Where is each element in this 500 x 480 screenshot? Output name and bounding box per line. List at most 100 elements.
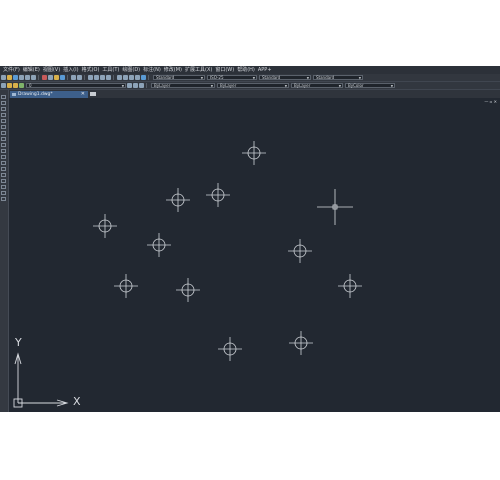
design-center-icon[interactable] [123,75,128,80]
chevron-down-icon: ▼ [306,75,309,80]
ucs-x-label: X [73,395,81,408]
print-preview-icon[interactable] [25,75,30,80]
arc-tool-icon[interactable] [1,119,6,123]
layer-states-icon[interactable] [139,83,144,88]
hatch-tool-icon[interactable] [1,173,6,177]
pan-icon[interactable] [88,75,93,80]
toolbar-separator [146,83,147,88]
zoom-realtime-icon[interactable] [94,75,99,80]
layer-value: 0 [29,83,32,88]
table-style-dropdown[interactable]: Standard ▼ [259,75,311,80]
multiline-text-tool-icon[interactable] [1,197,6,201]
open-file-icon[interactable] [7,75,12,80]
menu-extension-tools[interactable]: 扩展工具(X) [185,66,212,74]
make-block-tool-icon[interactable] [1,161,6,165]
circle-tool-icon[interactable] [1,125,6,129]
multileader-style-value: Standard [316,75,335,80]
dimension-style-dropdown[interactable]: ISO-25 ▼ [207,75,257,80]
point-tool-icon[interactable] [1,167,6,171]
circle-mark-4[interactable] [93,214,117,238]
table-style-value: Standard [262,75,281,80]
paste-icon[interactable] [54,75,59,80]
circle-mark-6[interactable] [288,239,312,263]
draw-toolbar-vertical [0,90,9,412]
menu-format[interactable]: 格式(O) [82,66,100,74]
cut-icon[interactable] [42,75,47,80]
chevron-down-icon: ▼ [284,83,287,88]
layer-manager-icon[interactable] [1,83,6,88]
chevron-down-icon: ▼ [338,83,341,88]
sheet-set-icon[interactable] [135,75,140,80]
polygon-tool-icon[interactable] [1,107,6,111]
circle-mark-3[interactable] [206,183,230,207]
menu-edit[interactable]: 编辑(E) [23,66,40,74]
spline-tool-icon[interactable] [1,137,6,141]
drawing-area[interactable] [9,98,500,412]
line-tool-icon[interactable] [1,95,6,99]
toolbar-separator [113,75,114,80]
revision-cloud-tool-icon[interactable] [1,131,6,135]
ellipse-tool-icon[interactable] [1,143,6,147]
tool-palettes-icon[interactable] [129,75,134,80]
ellipse-arc-tool-icon[interactable] [1,149,6,153]
menu-insert[interactable]: 插入(I) [63,66,78,74]
menu-file[interactable]: 文件(F) [3,66,20,74]
toolbar-separator [84,75,85,80]
redo-icon[interactable] [77,75,82,80]
rectangle-tool-icon[interactable] [1,113,6,117]
close-icon[interactable]: ✕ [81,91,85,98]
circle-mark-8[interactable] [176,278,200,302]
zoom-window-icon[interactable] [100,75,105,80]
new-file-icon[interactable] [1,75,6,80]
layer-on-icon [7,83,12,88]
properties-icon[interactable] [117,75,122,80]
tab-drawing1[interactable]: Drawing1.dwg* ✕ [10,91,88,98]
dimension-style-value: ISO-25 [210,75,224,80]
menu-window[interactable]: 窗口(W) [215,66,234,74]
text-style-value: Standard [156,75,175,80]
menu-dimension[interactable]: 标注(N) [143,66,161,74]
menu-app-plus[interactable]: APP+ [258,66,272,74]
undo-icon[interactable] [71,75,76,80]
plot-style-value: ByColor [348,83,364,88]
insert-block-tool-icon[interactable] [1,155,6,159]
save-icon[interactable] [13,75,18,80]
drawing-canvas[interactable]: — ▫ ✕ Y X [9,98,500,412]
circle-mark-9[interactable] [338,274,362,298]
gradient-tool-icon[interactable] [1,179,6,183]
lineweight-dropdown[interactable]: ByLayer ▼ [291,83,343,88]
multileader-style-dropdown[interactable]: Standard ▼ [313,75,363,80]
color-dropdown[interactable]: ByLayer ▼ [151,83,215,88]
standard-toolbar: Standard ▼ ISO-25 ▼ Standard ▼ Standard … [0,74,500,82]
layer-dropdown[interactable]: 0 ▼ [26,83,126,88]
circle-mark-7[interactable] [114,274,138,298]
menu-view[interactable]: 视图(V) [43,66,60,74]
text-style-dropdown[interactable]: Standard ▼ [153,75,205,80]
layer-previous-icon[interactable] [133,83,138,88]
help-icon[interactable] [141,75,146,80]
polyline-tool-icon[interactable] [1,101,6,105]
circle-mark-1[interactable] [242,141,266,165]
tab-label: Drawing1.dwg* [18,92,53,97]
menu-draw[interactable]: 绘图(D) [122,66,140,74]
circle-mark-5[interactable] [147,233,171,257]
menu-tools[interactable]: 工具(T) [102,66,119,74]
zoom-previous-icon[interactable] [106,75,111,80]
copy-icon[interactable] [48,75,53,80]
publish-icon[interactable] [31,75,36,80]
menu-help[interactable]: 帮助(H) [237,66,255,74]
layer-unlock-icon [19,83,24,88]
table-tool-icon[interactable] [1,191,6,195]
region-tool-icon[interactable] [1,185,6,189]
layers-properties-toolbar: 0 ▼ ByLayer ▼ ByLayer ▼ ByLayer ▼ ByColo… [0,82,500,90]
circle-mark-11[interactable] [289,331,313,355]
new-tab-icon[interactable] [90,92,96,96]
print-icon[interactable] [19,75,24,80]
color-value: ByLayer [154,83,171,88]
match-properties-icon[interactable] [60,75,65,80]
menu-modify[interactable]: 修改(M) [164,66,182,74]
make-object-layer-current-icon[interactable] [127,83,132,88]
circle-mark-10[interactable] [218,337,242,361]
linetype-dropdown[interactable]: ByLayer ▼ [217,83,289,88]
circle-mark-2[interactable] [166,188,190,212]
